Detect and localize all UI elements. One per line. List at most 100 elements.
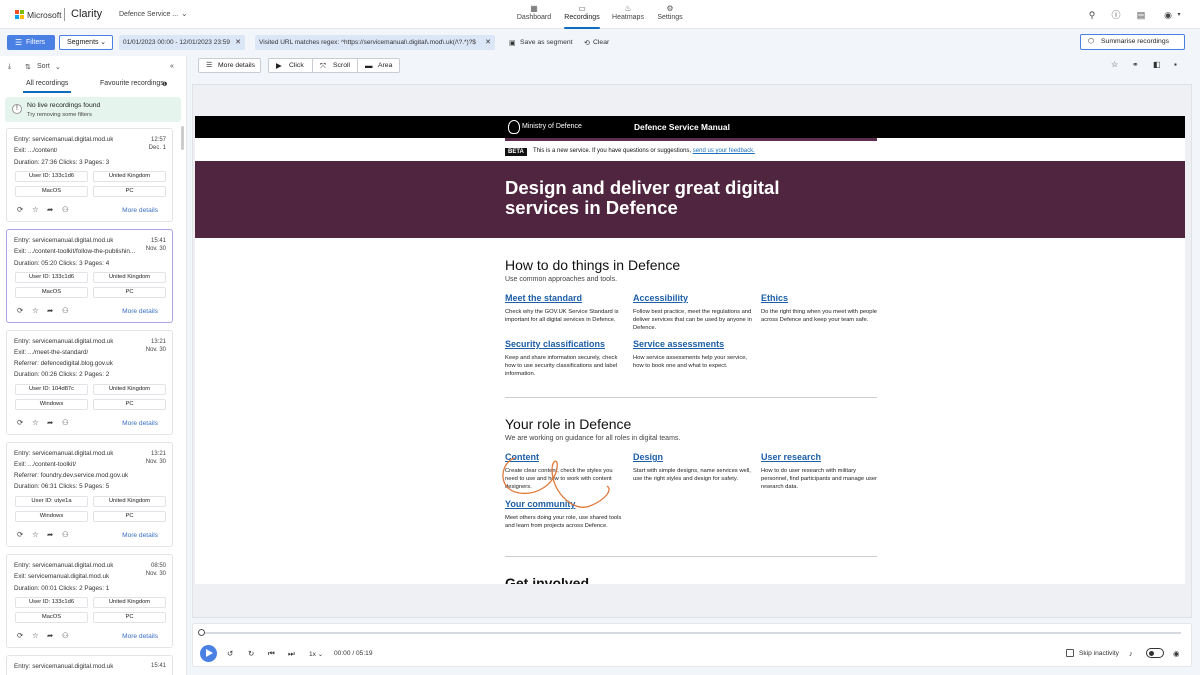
share-icon[interactable]: ➦ <box>47 306 53 315</box>
more-icon[interactable]: ▪ <box>1174 60 1177 69</box>
app-name[interactable]: Clarity <box>71 8 102 20</box>
star-icon[interactable]: ☆ <box>32 418 39 427</box>
user-icon[interactable]: ⚇ <box>62 306 69 315</box>
url-filter-chip[interactable]: Visited URL matches regex: ^https://serv… <box>255 35 495 50</box>
header-strip <box>505 138 877 141</box>
service-assessments-link[interactable]: Service assessments <box>633 339 724 349</box>
user-icon[interactable]: ⚇ <box>62 418 69 427</box>
recording-card[interactable]: Entry: servicemanual.digital.mod.uk Exit… <box>6 128 173 222</box>
skip-inactivity-checkbox[interactable] <box>1066 649 1074 657</box>
filters-button[interactable]: ☰ Filters <box>7 35 55 50</box>
section-heading: Get involved <box>505 575 590 584</box>
share-icon[interactable]: ⚲ <box>1086 9 1098 21</box>
time: 15:41 <box>150 238 166 244</box>
more-details-link[interactable]: More details <box>122 420 158 427</box>
close-icon[interactable]: ✕ <box>485 35 491 50</box>
replay-icon[interactable]: ⟳ <box>17 418 23 427</box>
more-details-link[interactable]: More details <box>122 207 158 214</box>
timeline-thumb[interactable] <box>198 629 205 636</box>
star-icon[interactable]: ☆ <box>32 205 39 214</box>
star-icon[interactable]: ☆ <box>32 306 39 315</box>
recorded-page: Ministry of Defence Defence Service Manu… <box>195 116 1185 584</box>
recording-card[interactable]: Entry: servicemanual.digital.mod.uk Exit… <box>6 330 173 435</box>
settings-icon[interactable]: ◉ <box>1173 649 1180 658</box>
segments-dropdown[interactable]: Segments ⌄ <box>59 35 113 50</box>
recording-card[interactable]: Entry: servicemanual.digital.mod.uk Exit… <box>6 229 173 323</box>
previous-icon[interactable]: ⏮ <box>268 649 275 659</box>
share-icon[interactable]: ➦ <box>47 418 53 427</box>
forward-icon[interactable]: ↻ <box>248 649 254 658</box>
replay-icon[interactable]: ⟳ <box>17 205 23 214</box>
volume-icon[interactable]: ♪ <box>1129 649 1133 658</box>
help-icon[interactable]: ⓘ <box>1110 9 1122 21</box>
date-range-chip[interactable]: 01/01/2023 00:00 - 12/01/2023 23:59 ✕ <box>119 35 245 50</box>
link-icon[interactable]: ⚭ <box>1132 60 1139 69</box>
note-icon[interactable]: ◧ <box>1153 60 1161 69</box>
tab-all-recordings[interactable]: All recordings <box>22 80 72 93</box>
user-research-link[interactable]: User research <box>761 452 821 462</box>
chevron-down-icon[interactable]: ▾ <box>1173 9 1185 21</box>
more-details-link[interactable]: More details <box>122 532 158 539</box>
accessibility-link[interactable]: Accessibility <box>633 293 688 303</box>
scrollbar[interactable] <box>181 126 184 150</box>
share-icon[interactable]: ➦ <box>47 205 53 214</box>
chevron-down-icon[interactable]: ⌄ <box>55 63 61 71</box>
sort-button[interactable]: Sort <box>37 63 50 70</box>
play-button[interactable] <box>200 645 217 662</box>
nav-dashboard[interactable]: ▦ Dashboard <box>508 3 560 21</box>
exit-url: Exit: .../meet-the-standard/ <box>14 349 89 356</box>
project-selector[interactable]: Defence Service ... <box>119 11 178 18</box>
more-details-link[interactable]: More details <box>122 633 158 640</box>
clear-button[interactable]: Clear <box>593 39 609 46</box>
nav-recordings[interactable]: ▭ Recordings <box>556 3 608 29</box>
session-time: 13:21 Nov. 30 <box>146 338 166 354</box>
download-icon[interactable]: ⤓ <box>8 63 11 71</box>
user-icon[interactable]: ⚇ <box>62 631 69 640</box>
item-description: Do the right thing when you meet with pe… <box>761 309 878 323</box>
more-details-button[interactable]: ☰ More details <box>198 58 261 73</box>
clear-icon[interactable]: ⟲ <box>584 39 590 47</box>
user-icon[interactable]: ⚇ <box>62 205 69 214</box>
nav-settings[interactable]: ⚙ Settings <box>644 3 696 21</box>
document-icon[interactable]: ▤ <box>1135 9 1147 21</box>
session-stats: Duration: 00:01 Clicks: 2 Pages: 1 <box>14 585 110 592</box>
share-icon[interactable]: ➦ <box>47 631 53 640</box>
close-icon[interactable]: ✕ <box>235 35 241 50</box>
design-link[interactable]: Design <box>633 452 663 462</box>
recording-card[interactable]: Entry: servicemanual.digital.mod.uk Exit… <box>6 554 173 648</box>
click-mode-button[interactable]: ▶ Click <box>269 59 313 72</box>
replay-icon[interactable]: ⟳ <box>17 530 23 539</box>
star-icon[interactable]: ☆ <box>1111 60 1118 69</box>
area-mode-button[interactable]: ▬ Area <box>358 59 399 72</box>
sort-icon[interactable]: ⇅ <box>25 63 31 71</box>
rewind-icon[interactable]: ↺ <box>227 649 233 658</box>
feedback-link[interactable]: send us your feedback. <box>693 148 755 154</box>
tab-favourite-recordings[interactable]: Favourite recordings <box>100 80 164 87</box>
share-icon[interactable]: ➦ <box>47 530 53 539</box>
collapse-panel-icon[interactable]: « <box>170 63 174 70</box>
copilot-icon: ⬡ <box>1088 38 1094 45</box>
entry-url: Entry: servicemanual.digital.mod.uk <box>14 450 114 457</box>
next-icon[interactable]: ⏭ <box>288 649 295 659</box>
ethics-link[interactable]: Ethics <box>761 293 788 303</box>
summarise-recordings-button[interactable]: ⬡ Summarise recordings <box>1080 34 1185 50</box>
date: Nov. 30 <box>145 571 166 577</box>
save-icon[interactable]: ▣ <box>509 39 515 47</box>
more-details-link[interactable]: More details <box>122 308 158 315</box>
volume-toggle[interactable] <box>1146 648 1164 658</box>
save-segment-button[interactable]: Save as segment <box>520 39 573 46</box>
star-icon[interactable]: ☆ <box>32 530 39 539</box>
recording-card[interactable]: Entry: servicemanual.digital.mod.uk Exit… <box>6 442 173 547</box>
replay-icon[interactable]: ⟳ <box>17 306 23 315</box>
chevron-down-icon[interactable]: ⌄ <box>181 9 188 18</box>
speed-dropdown[interactable]: 1x ⌄ <box>309 650 323 658</box>
security-classifications-link[interactable]: Security classifications <box>505 339 605 349</box>
recording-card[interactable]: Entry: servicemanual.digital.mod.uk 15:4… <box>6 655 173 675</box>
scroll-mode-button[interactable]: ⤧ Scroll <box>313 59 358 72</box>
meet-the-standard-link[interactable]: Meet the standard <box>505 293 582 303</box>
star-icon[interactable]: ☆ <box>32 631 39 640</box>
user-icon[interactable]: ⚇ <box>62 530 69 539</box>
info-icon[interactable]: ❶ <box>162 81 167 88</box>
timeline-track[interactable] <box>203 632 1181 634</box>
replay-icon[interactable]: ⟳ <box>17 631 23 640</box>
